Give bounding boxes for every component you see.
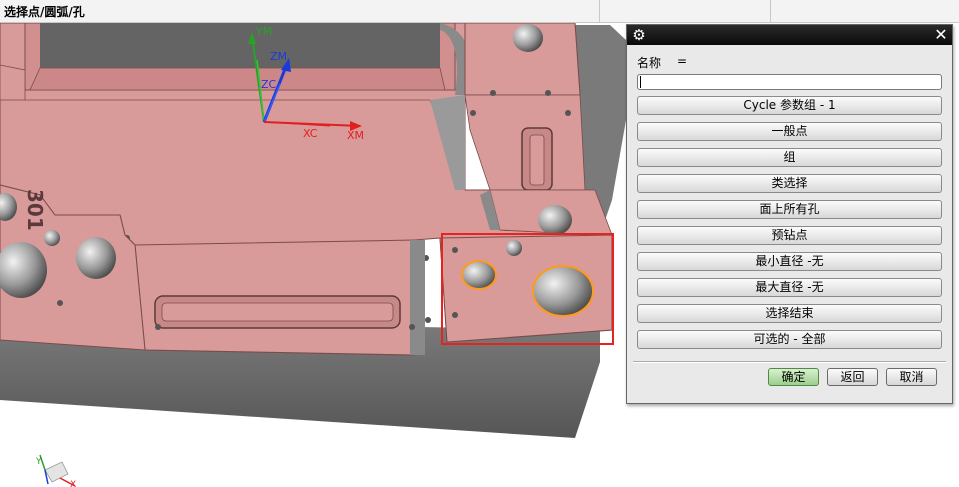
left-block bbox=[0, 64, 26, 101]
rail-slot bbox=[40, 23, 440, 68]
window-title: 选择点/圆弧/孔 bbox=[4, 5, 85, 19]
small-hole bbox=[490, 90, 496, 96]
small-hole bbox=[44, 230, 60, 246]
predrill-point-button[interactable]: 预钻点 bbox=[637, 226, 942, 245]
small-hole bbox=[565, 110, 571, 116]
name-input[interactable] bbox=[637, 74, 942, 90]
general-point-button[interactable]: 一般点 bbox=[637, 122, 942, 141]
name-label: 名称 bbox=[637, 56, 662, 70]
svg-text:Y: Y bbox=[35, 457, 42, 467]
min-diameter-button[interactable]: 最小直径 -无 bbox=[637, 252, 942, 271]
close-icon[interactable]: ✕ bbox=[932, 26, 950, 44]
svg-text:X: X bbox=[70, 480, 76, 487]
class-selection-button[interactable]: 类选择 bbox=[637, 174, 942, 193]
view-triad-cube bbox=[44, 461, 69, 483]
svg-text:ZC: ZC bbox=[261, 78, 277, 91]
dialog-divider bbox=[633, 361, 946, 363]
max-diameter-button[interactable]: 最大直径 -无 bbox=[637, 278, 942, 297]
title-bar: 选择点/圆弧/孔 bbox=[0, 0, 959, 23]
selected-hole-small bbox=[461, 260, 497, 290]
svg-text:XC: XC bbox=[303, 127, 318, 140]
svg-text:ZM: ZM bbox=[270, 50, 287, 63]
cycle-param-group-button[interactable]: Cycle 参数组 - 1 bbox=[637, 96, 942, 115]
hole bbox=[76, 237, 116, 279]
title-divider bbox=[770, 0, 771, 22]
svg-text:YM: YM bbox=[255, 25, 272, 38]
rail-slot-wall bbox=[29, 67, 446, 91]
part-engraving: 301 bbox=[23, 189, 47, 231]
name-equals: = bbox=[677, 54, 688, 68]
all-holes-on-face-button[interactable]: 面上所有孔 bbox=[637, 200, 942, 219]
title-divider bbox=[599, 0, 600, 22]
group-button[interactable]: 组 bbox=[637, 148, 942, 167]
point-arc-hole-dialog: ⚙ ✕ 名称 = Cycle 参数组 - 1 一般点 组 类选择 面上所有孔 预… bbox=[626, 24, 953, 404]
cancel-button[interactable]: 取消 bbox=[886, 368, 937, 386]
selection-end-button[interactable]: 选择结束 bbox=[637, 304, 942, 323]
hole bbox=[538, 205, 572, 235]
hole bbox=[513, 24, 543, 52]
dialog-title-bar: ⚙ ✕ bbox=[627, 25, 952, 45]
gear-icon[interactable]: ⚙ bbox=[630, 26, 648, 44]
small-hole-selected-pad bbox=[506, 240, 522, 256]
lower-rail-wall bbox=[410, 240, 425, 355]
ok-button[interactable]: 确定 bbox=[768, 368, 819, 386]
text-caret bbox=[640, 76, 641, 88]
small-hole bbox=[470, 110, 476, 116]
small-hole bbox=[545, 90, 551, 96]
svg-text:XM: XM bbox=[347, 129, 364, 142]
selected-hole-large bbox=[532, 265, 594, 317]
optional-all-button[interactable]: 可选的 - 全部 bbox=[637, 330, 942, 349]
back-button[interactable]: 返回 bbox=[827, 368, 878, 386]
